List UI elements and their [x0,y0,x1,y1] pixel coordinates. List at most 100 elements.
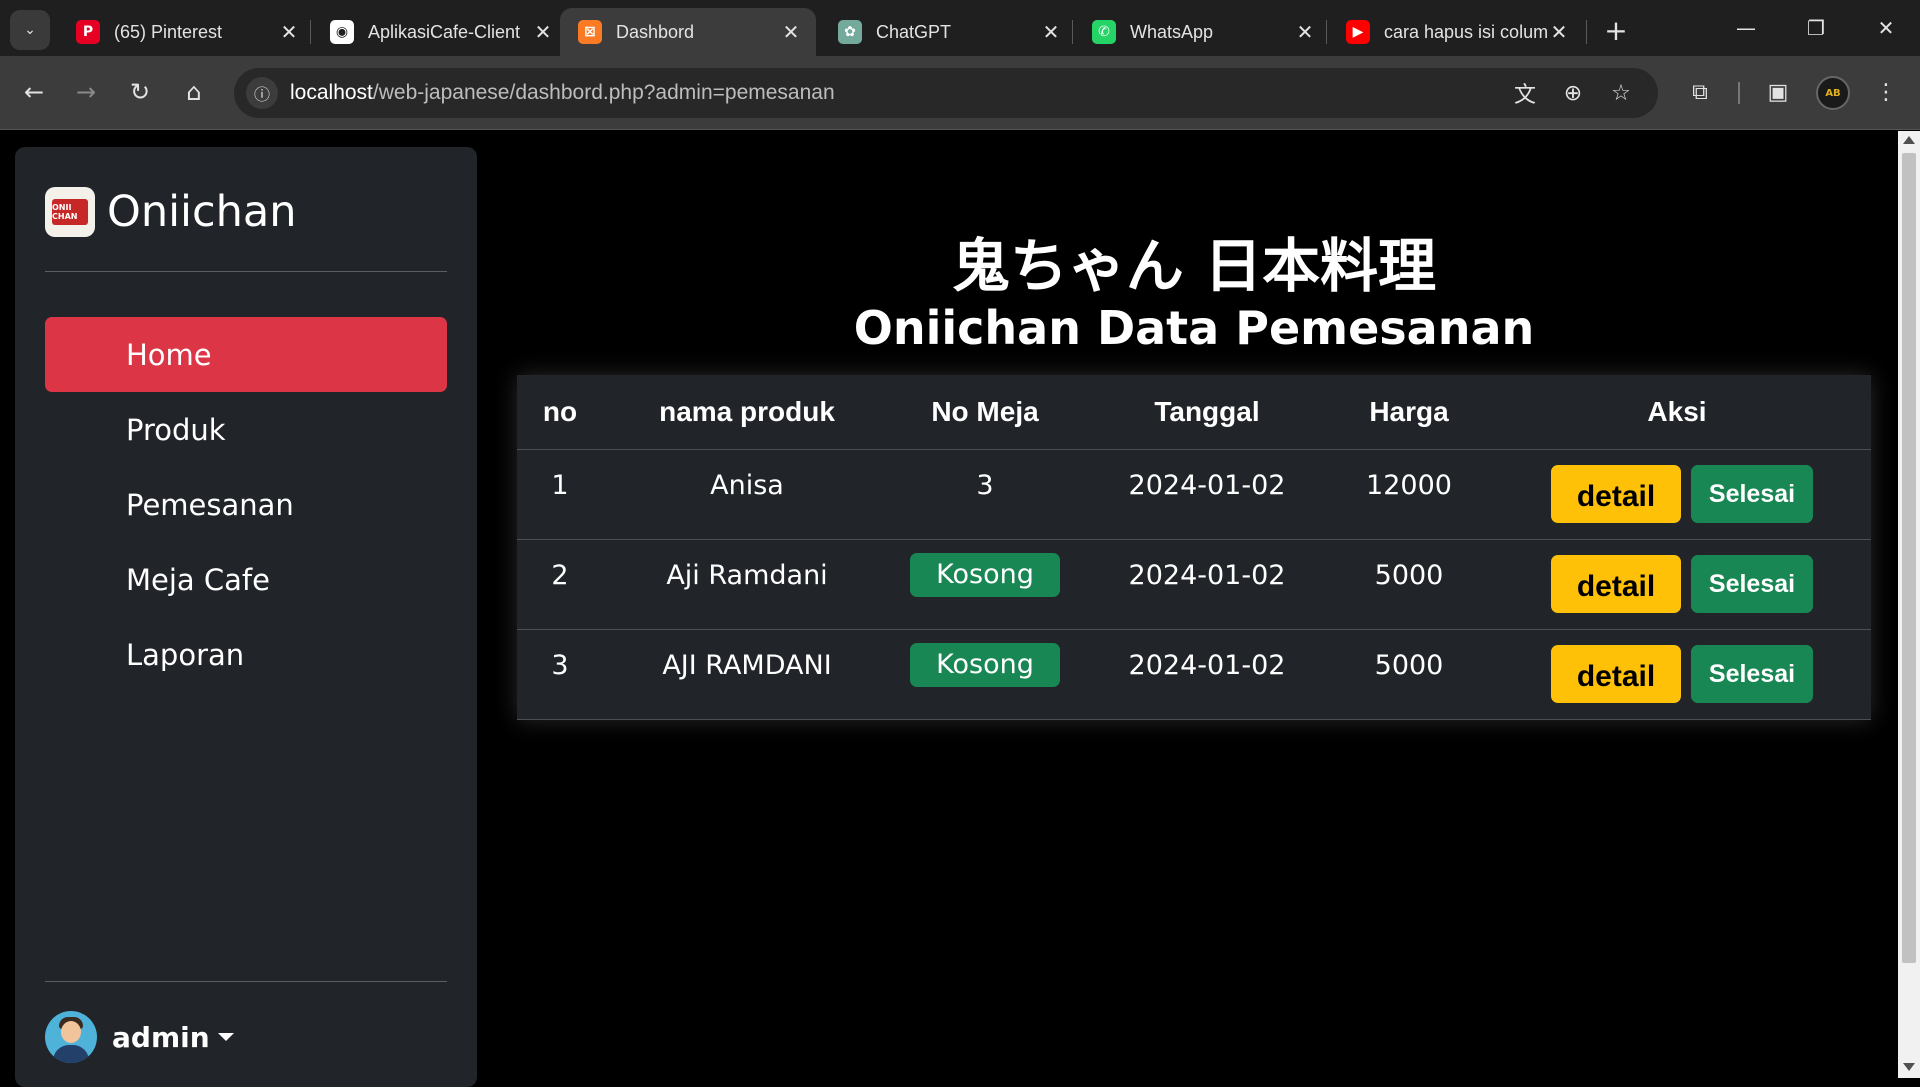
cell-no-meja: Kosong [891,629,1079,720]
youtube-icon: ▶ [1346,20,1370,44]
page-scrollbar[interactable] [1898,131,1920,1078]
column-header-nama-produk: nama produk [603,375,891,450]
table-row: 1 Anisa 3 2024-01-02 12000 detail Selesai [517,449,1871,540]
column-header-harga: Harga [1335,375,1483,450]
tab-close-icon[interactable]: ✕ [532,20,554,44]
address-bar[interactable]: ⓘ localhost/web-japanese/dashbord.php?ad… [234,68,1658,118]
tab-title: AplikasiCafe-Client [368,21,521,42]
table-row: 3 AJI RAMDANI Kosong 2024-01-02 5000 detail Se… [517,629,1871,720]
detail-button[interactable]: detail [1551,645,1681,703]
tab-close-icon[interactable]: ✕ [780,20,802,44]
cell-nama-produk: Aji Ramdani [603,539,891,630]
sidebar: ONII CHAN Oniichan Home Produk Pemesanan Me… [15,147,477,1087]
cell-harga: 5000 [1335,629,1483,720]
cell-nama-produk: Anisa [603,449,891,540]
browser-tab-strip: ⌄ P (65) Pinterest ✕ ◉ AplikasiCafe-Client ✕ ⊠… [0,0,1920,56]
profile-avatar-icon[interactable]: AB [1816,76,1850,110]
close-window-icon[interactable]: ✕ [1856,8,1916,48]
pinterest-icon: P [76,20,100,44]
caret-down-icon [217,1033,234,1041]
tab-close-icon[interactable]: ✕ [278,20,300,44]
xampp-icon: ⊠ [578,20,602,44]
brand-name: Oniichan [107,187,297,237]
url-host: localhost [290,81,373,104]
home-icon[interactable]: ⌂ [174,72,214,112]
tab-title: cara hapus isi colum [1384,21,1548,42]
scrollbar-thumb[interactable] [1902,153,1916,963]
sidebar-item-pemesanan[interactable]: Pemesanan [45,467,447,542]
site-info-icon[interactable]: ⓘ [246,77,278,109]
side-panel-icon[interactable]: ▣ [1758,72,1798,112]
tab-separator [1072,20,1073,44]
orders-table-card: no nama produk No Meja Tanggal Harga Aks… [517,375,1871,720]
orders-table: no nama produk No Meja Tanggal Harga Aks… [517,375,1871,720]
new-tab-plus-icon[interactable]: + [1598,12,1634,48]
selesai-button[interactable]: Selesai [1691,645,1813,703]
tab-separator [1586,20,1587,44]
column-header-no: no [517,375,603,450]
cell-no-meja: Kosong [891,539,1079,630]
page-content: ONII CHAN Oniichan Home Produk Pemesanan Me… [0,131,1898,1087]
scroll-down-arrow-icon[interactable] [1903,1063,1915,1071]
selesai-button[interactable]: Selesai [1691,465,1813,523]
cell-no: 1 [517,449,603,540]
tab-search-chevron-icon[interactable]: ⌄ [10,10,50,50]
cell-no: 3 [517,629,603,720]
table-header-row: no nama produk No Meja Tanggal Harga Aks… [517,375,1871,450]
column-header-tanggal: Tanggal [1079,375,1335,450]
brand-logo-icon: ONII CHAN [45,187,95,237]
sidebar-item-produk[interactable]: Produk [45,392,447,467]
browser-tab[interactable]: ▶ cara hapus isi colum ✕ [1328,8,1584,56]
cell-no-meja: 3 [891,449,1079,540]
scroll-up-arrow-icon[interactable] [1903,136,1915,144]
chatgpt-icon: ✿ [838,20,862,44]
sidebar-divider-top [45,271,447,272]
sidebar-item-laporan[interactable]: Laporan [45,617,447,692]
browser-tab[interactable]: ◉ AplikasiCafe-Client ✕ [312,8,568,56]
sidebar-item-meja-cafe[interactable]: Meja Cafe [45,542,447,617]
zoom-icon[interactable]: ⊕ [1558,78,1588,108]
cell-aksi: detail Selesai [1483,539,1871,630]
browser-tab[interactable]: ✿ ChatGPT ✕ [820,8,1076,56]
table-row: 2 Aji Ramdani Kosong 2024-01-02 5000 detail Se… [517,539,1871,630]
translate-icon[interactable]: 文 [1510,78,1540,108]
user-dropdown[interactable]: admin [45,1011,234,1063]
tab-close-icon[interactable]: ✕ [1548,20,1570,44]
browser-tab[interactable]: P (65) Pinterest ✕ [58,8,314,56]
page-title-japanese: 鬼ちゃん 日本料理 [951,232,1437,300]
cell-harga: 5000 [1335,539,1483,630]
bookmark-star-icon[interactable]: ☆ [1606,78,1636,108]
browser-tab[interactable]: ⊠ Dashbord ✕ [560,8,816,56]
toolbar-divider [1738,82,1740,104]
url-text[interactable]: localhost/web-japanese/dashbord.php?admi… [290,81,835,105]
reload-icon[interactable]: ↻ [120,72,160,112]
tab-title: Dashbord [616,21,695,42]
cell-nama-produk: AJI RAMDANI [603,629,891,720]
brand[interactable]: ONII CHAN Oniichan [45,187,297,237]
url-path: /web-japanese/dashbord.php?admin=pemesan… [372,81,835,104]
minimize-icon[interactable]: — [1716,8,1776,48]
status-badge: Kosong [910,553,1060,597]
status-badge: Kosong [910,643,1060,687]
detail-button[interactable]: detail [1551,555,1681,613]
selesai-button[interactable]: Selesai [1691,555,1813,613]
restore-icon[interactable]: ❐ [1786,8,1846,48]
menu-kebab-icon[interactable]: ⋮ [1866,72,1906,112]
tab-title: ChatGPT [876,21,952,42]
page-title: Oniichan Data Pemesanan [853,301,1535,355]
tab-close-icon[interactable]: ✕ [1040,20,1062,44]
extensions-puzzle-icon[interactable]: ⧉ [1680,72,1720,112]
browser-tab[interactable]: ✆ WhatsApp ✕ [1074,8,1330,56]
forward-arrow-icon[interactable]: → [66,72,106,112]
whatsapp-icon: ✆ [1092,20,1116,44]
cell-tanggal: 2024-01-02 [1079,539,1335,630]
cell-tanggal: 2024-01-02 [1079,629,1335,720]
github-icon: ◉ [330,20,354,44]
back-arrow-icon[interactable]: ← [14,72,54,112]
username: admin [112,1020,210,1054]
tab-close-icon[interactable]: ✕ [1294,20,1316,44]
tab-title: WhatsApp [1130,21,1214,42]
sidebar-item-home[interactable]: Home [45,317,447,392]
browser-toolbar: ← → ↻ ⌂ ⓘ localhost/web-japanese/dashbor… [0,56,1920,130]
detail-button[interactable]: detail [1551,465,1681,523]
